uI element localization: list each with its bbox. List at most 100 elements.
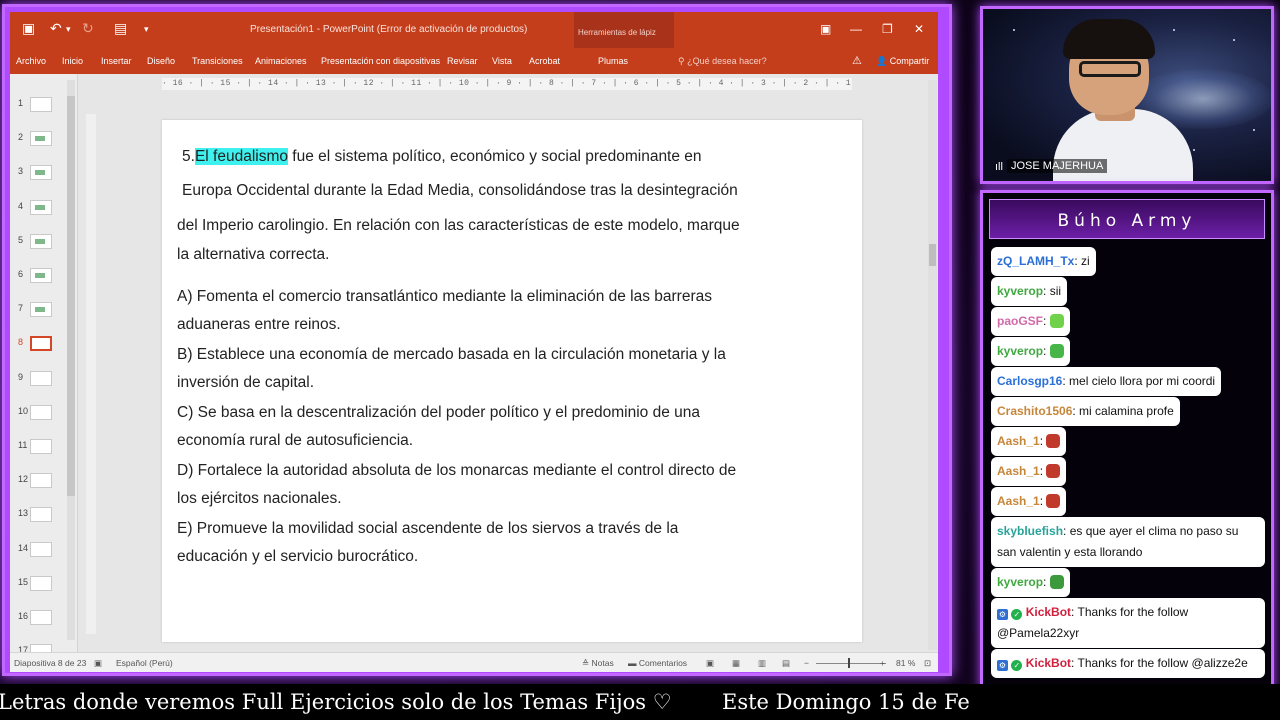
chat-username[interactable]: paoGSF — [997, 314, 1043, 328]
thumbnail-number: 13 — [18, 508, 29, 519]
bot-badge-icon: ⚙ — [997, 660, 1008, 671]
chat-message: ⚙ ✓ KickBot: Thanks for the follow @Pame… — [991, 598, 1265, 648]
tab-archivo[interactable]: Archivo — [16, 56, 46, 66]
chat-message: paoGSF: — [991, 307, 1070, 336]
language-status[interactable]: Español (Perú) — [116, 658, 173, 668]
slide-thumbnail[interactable] — [30, 233, 52, 249]
slide-scrollbar[interactable] — [928, 80, 937, 650]
chat-username[interactable]: Aash_1 — [997, 434, 1040, 448]
chat-text: : — [1043, 344, 1050, 358]
slide-canvas[interactable]: 5.El feudalismo fue el sistema político,… — [162, 120, 862, 642]
thumbnail-number: 4 — [18, 200, 24, 211]
chat-text: : sii — [1043, 284, 1062, 298]
chat-text: : — [1039, 494, 1047, 508]
question-line-4: la alternativa correcta. — [177, 246, 330, 263]
thumbnail-number: 7 — [18, 303, 24, 314]
star-decoration — [1253, 129, 1255, 131]
chat-username[interactable]: kyverop — [997, 284, 1043, 298]
slide-thumbnail[interactable] — [30, 97, 52, 112]
slide-thumbnail[interactable] — [30, 336, 52, 352]
slide-thumbnail[interactable] — [30, 575, 52, 591]
slide-thumbnail[interactable] — [30, 439, 52, 454]
undo-dropdown-icon[interactable]: ▾ — [66, 24, 71, 35]
chat-message: Aash_1: — [991, 427, 1067, 456]
frog-emote-icon — [1049, 344, 1064, 358]
chat-username[interactable]: KickBot — [1026, 605, 1071, 619]
thumbnail-number: 10 — [18, 405, 29, 416]
customize-toolbar-icon[interactable]: ▾ — [144, 24, 149, 35]
chat-username[interactable]: Aash_1 — [997, 464, 1040, 478]
chat-username[interactable]: kyverop — [997, 575, 1043, 589]
chat-username[interactable]: zQ_LAMH_Tx — [997, 254, 1074, 268]
warning-icon[interactable]: ⚠ — [852, 54, 862, 67]
question-line-2: Europa Occidental durante la Edad Media,… — [182, 182, 738, 199]
zoom-slider-knob[interactable] — [848, 658, 850, 668]
ticker-text-right: Este Domingo 15 de Fe — [722, 690, 970, 714]
zoom-slider[interactable] — [816, 663, 886, 664]
chat-message: kyverop: sii — [991, 277, 1068, 306]
slide-thumbnail[interactable] — [30, 268, 52, 283]
redo-icon[interactable]: ↻ — [82, 20, 94, 37]
tab-vista[interactable]: Vista — [492, 56, 512, 66]
chat-title: Búho Army — [1057, 211, 1197, 231]
slide-thumbnail[interactable] — [30, 165, 52, 181]
notes-button[interactable]: ≙ Notas — [582, 658, 614, 669]
chat-text: : mel cielo llora por mi coordi — [1062, 374, 1216, 388]
signal-bars-icon: ıll — [995, 161, 1003, 173]
zoom-level[interactable]: 81 % — [896, 658, 915, 668]
chat-username[interactable]: Carlosgp16 — [997, 374, 1062, 388]
zoom-in-icon[interactable]: + — [880, 658, 885, 668]
undo-icon[interactable]: ↶ — [50, 20, 62, 37]
slide-thumbnail[interactable] — [30, 473, 52, 489]
tab-presentacion[interactable]: Presentación con diapositivas — [321, 56, 440, 66]
demon-emote-icon — [1046, 464, 1061, 478]
save-icon[interactable]: ▣ — [22, 20, 35, 37]
zoom-out-icon[interactable]: − — [804, 658, 809, 668]
chat-username[interactable]: Crashito1506 — [997, 404, 1072, 418]
tab-plumas[interactable]: Plumas — [598, 56, 628, 66]
slide-thumbnail[interactable] — [30, 131, 52, 147]
verified-badge-icon: ✓ — [1011, 660, 1023, 671]
tab-inicio[interactable]: Inicio — [62, 56, 83, 66]
tab-diseno[interactable]: Diseño — [147, 56, 175, 66]
tab-animaciones[interactable]: Animaciones — [255, 56, 307, 66]
close-button[interactable]: ✕ — [914, 22, 924, 36]
minimize-button[interactable]: — — [850, 22, 862, 36]
chat-username[interactable]: Aash_1 — [997, 494, 1040, 508]
fit-slide-icon[interactable]: ⊡ — [924, 658, 931, 669]
tab-acrobat[interactable]: Acrobat — [529, 56, 560, 66]
slide-thumbnail[interactable] — [30, 404, 52, 420]
chat-username[interactable]: skybluefish — [997, 524, 1063, 538]
start-from-beginning-icon[interactable]: ▤ — [114, 20, 127, 37]
slide-thumbnail[interactable] — [30, 370, 52, 386]
slide-scrollbar-thumb[interactable] — [929, 244, 936, 266]
window-title: Presentación1 - PowerPoint (Error de act… — [250, 24, 528, 35]
reading-view-icon[interactable]: ▥ — [758, 658, 766, 669]
normal-view-icon[interactable]: ▣ — [706, 658, 714, 669]
tab-transiciones[interactable]: Transiciones — [192, 56, 243, 66]
spellcheck-icon[interactable]: ▣ — [94, 658, 102, 669]
stream-layout: ▣ ↶ ▾ ↻ ▤ ▾ Presentación1 - PowerPoint (… — [0, 0, 1280, 720]
tab-insertar[interactable]: Insertar — [101, 56, 132, 66]
slide-thumbnail[interactable] — [30, 610, 52, 625]
star-decoration — [1233, 39, 1235, 41]
option-e-line-1: E) Promueve la movilidad social ascenden… — [177, 520, 679, 537]
thumbnail-number: 5 — [18, 234, 24, 245]
slide-thumbnail[interactable] — [30, 199, 52, 215]
comments-button[interactable]: ▬ Comentarios — [628, 658, 687, 668]
slide-sorter-icon[interactable]: ▦ — [732, 658, 740, 669]
dancing-emote-icon — [1049, 575, 1064, 589]
slide-thumbnail[interactable] — [30, 507, 52, 523]
slide-thumbnail[interactable] — [30, 302, 52, 318]
share-button[interactable]: 👤 Compartir — [876, 56, 929, 67]
maximize-button[interactable]: ❐ — [882, 22, 893, 36]
chat-username[interactable]: kyverop — [997, 344, 1043, 358]
ribbon-display-icon[interactable]: ▣ — [820, 22, 831, 36]
tell-me-search[interactable]: ⚲ ¿Qué desea hacer? — [678, 56, 767, 67]
tab-revisar[interactable]: Revisar — [447, 56, 478, 66]
slideshow-icon[interactable]: ▤ — [782, 658, 790, 669]
chat-username[interactable]: KickBot — [1026, 656, 1071, 670]
comments-label: Comentarios — [638, 658, 688, 668]
thumbnails-scrollbar-thumb[interactable] — [67, 96, 75, 496]
slide-thumbnail[interactable] — [30, 541, 52, 557]
